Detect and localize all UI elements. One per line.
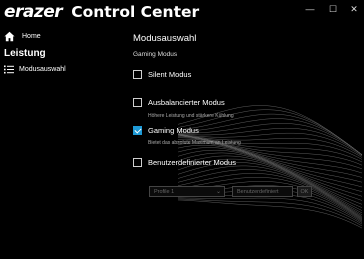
option-label: Benutzerdefinierter Modus [148, 158, 236, 167]
main-panel: Modusauswahl Gaming Modus Silent Modus A… [118, 25, 364, 259]
silent-mode-checkbox[interactable] [133, 70, 142, 79]
gaming-mode-checkbox[interactable] [133, 126, 142, 135]
profile-select-value: Profile 1 [154, 188, 175, 195]
custom-profile-name-value: Benutzerdefiniert [237, 188, 279, 195]
chevron-down-icon: ⌄ [215, 189, 221, 195]
option-silent-mode[interactable]: Silent Modus [133, 70, 191, 79]
wave-line [177, 177, 363, 219]
brand-logo: erazer [4, 2, 63, 22]
option-description: Bietet das absolute Maximum an Leistung [148, 140, 241, 146]
sidebar-section-title: Leistung [4, 48, 46, 59]
ok-button[interactable]: OK [297, 186, 312, 197]
list-icon [4, 65, 14, 74]
custom-mode-checkbox[interactable] [133, 158, 142, 167]
sidebar: Home Leistung Modusauswahl [0, 25, 118, 259]
sidebar-item-modusauswahl[interactable]: Modusauswahl [4, 65, 66, 74]
page-subtitle: Gaming Modus [133, 51, 178, 58]
page-title: Modusauswahl [133, 33, 197, 44]
title-bar: erazer Control Center — ☐ ✕ [0, 0, 364, 25]
maximize-button[interactable]: ☐ [326, 2, 340, 16]
app-title: Control Center [71, 3, 200, 21]
option-label: Gaming Modus [148, 126, 199, 135]
option-gaming-mode[interactable]: Gaming Modus [133, 126, 199, 135]
profile-select[interactable]: Profile 1 ⌄ [149, 186, 225, 197]
option-label: Silent Modus [148, 70, 192, 79]
option-balanced-mode[interactable]: Ausbalancierter Modus [133, 98, 225, 107]
close-button[interactable]: ✕ [347, 2, 361, 16]
app-brand: erazer Control Center [4, 2, 199, 22]
balanced-mode-checkbox[interactable] [133, 98, 142, 107]
minimize-button[interactable]: — [303, 2, 317, 16]
wave-line [177, 199, 363, 229]
home-icon [4, 31, 15, 42]
custom-profile-name-field[interactable]: Benutzerdefiniert [232, 186, 293, 197]
option-description: Höhere Leistung und stärkere Kühlung [148, 113, 234, 119]
wave-line [177, 198, 363, 227]
sidebar-item-home[interactable]: Home [4, 31, 41, 42]
option-label: Ausbalancierter Modus [148, 98, 225, 107]
sidebar-item-label: Modusauswahl [19, 66, 66, 73]
option-custom-mode[interactable]: Benutzerdefinierter Modus [133, 158, 236, 167]
sidebar-item-label: Home [22, 33, 41, 40]
